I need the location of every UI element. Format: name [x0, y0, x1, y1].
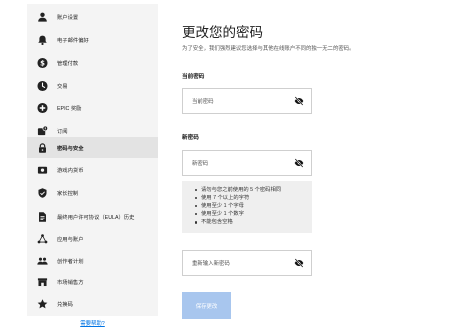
sidebar-item-label: 创作者计划	[57, 258, 84, 265]
current-password-label: 当前密码	[182, 74, 205, 80]
sidebar-item-password-security[interactable]: 密码与安全	[27, 137, 158, 158]
sidebar-item-email-preferences[interactable]: 电子邮件偏好	[27, 30, 158, 49]
sidebar-item-account-settings[interactable]: 账户设置	[27, 7, 158, 26]
subscription-icon	[37, 125, 48, 136]
sidebar-item-label: 订阅	[57, 128, 68, 135]
sidebar-item-manage-payments[interactable]: $ 管理付款	[27, 53, 158, 72]
sidebar-item-eula-history[interactable]: 最终用户许可协议（EULA）历史	[27, 207, 158, 226]
bell-icon	[37, 34, 48, 45]
page-description: 为了安全，我们强烈建议您选择与其他在线账户不同的独一无二的密码。	[182, 46, 355, 52]
sidebar: 账户设置 电子邮件偏好 $ 管理付款 交易 EPIC 奖励 订阅 密码与安全 游…	[27, 4, 158, 316]
password-rule: 使用至少 1 个数字	[195, 210, 312, 218]
person-icon	[37, 11, 48, 22]
main-panel: 更改您的密码 为了安全，我们强烈建议您选择与其他在线账户不同的独一无二的密码。 …	[182, 0, 474, 332]
password-rule: 使用 7 个以上的字符	[195, 194, 312, 202]
sidebar-item-label: EPIC 奖励	[57, 105, 82, 112]
sidebar-item-label: 电子邮件偏好	[57, 37, 89, 44]
sidebar-item-label: 管理付款	[57, 60, 79, 67]
people-icon	[37, 255, 48, 266]
new-password-label: 新密码	[182, 135, 199, 141]
clock-icon	[37, 80, 48, 91]
document-icon	[37, 211, 48, 222]
current-password-field[interactable]: 当前密码	[182, 88, 312, 114]
sidebar-item-label: 家长控制	[57, 190, 79, 197]
sidebar-item-label: 交易	[57, 83, 68, 90]
current-password-placeholder: 当前密码	[192, 99, 214, 105]
shield-icon	[37, 187, 48, 198]
apps-icon	[37, 233, 48, 244]
page-title: 更改您的密码	[182, 25, 263, 40]
storefront-icon	[37, 276, 48, 287]
password-rule: 不能包含空格	[195, 218, 312, 226]
eye-off-icon[interactable]	[294, 258, 304, 268]
eye-off-icon[interactable]	[294, 96, 304, 106]
sidebar-item-label: 游戏内货币	[57, 167, 84, 174]
password-rule: 使用至少 1 个字母	[195, 202, 312, 210]
confirm-password-placeholder: 重新输入新密码	[192, 261, 230, 267]
sidebar-item-epic-rewards[interactable]: EPIC 奖励	[27, 98, 158, 117]
sidebar-item-in-game-currency[interactable]: 游戏内货币	[27, 160, 158, 179]
help-link[interactable]: 需要帮助?	[27, 319, 158, 327]
sidebar-item-label: 应用与账户	[57, 236, 84, 243]
sidebar-item-transactions[interactable]: 交易	[27, 76, 158, 95]
password-rules: 请勿与您之前使用的 5 个密码相同 使用 7 个以上的字符 使用至少 1 个字母…	[182, 181, 312, 233]
sidebar-item-label: 兑换码	[57, 301, 73, 308]
plus-circle-icon	[37, 102, 48, 113]
password-rule: 请勿与您之前使用的 5 个密码相同	[195, 186, 312, 194]
star-icon	[37, 298, 48, 309]
sidebar-item-label: 最终用户许可协议（EULA）历史	[57, 214, 135, 221]
sidebar-item-redeem-code[interactable]: 兑换码	[27, 294, 158, 313]
sidebar-item-marketplace-seller[interactable]: 市场销售方	[27, 272, 158, 291]
new-password-field[interactable]: 新密码	[182, 150, 312, 176]
currency-icon	[37, 164, 48, 175]
svg-text:$: $	[40, 59, 45, 67]
lock-icon	[37, 142, 48, 153]
save-button[interactable]: 保存更改	[182, 292, 231, 319]
sidebar-item-label: 市场销售方	[57, 279, 84, 286]
sidebar-item-label: 账户设置	[57, 14, 79, 21]
new-password-placeholder: 新密码	[192, 161, 209, 167]
sidebar-item-apps-accounts[interactable]: 应用与账户	[27, 229, 158, 248]
eye-off-icon[interactable]	[294, 158, 304, 168]
sidebar-item-creator-program[interactable]: 创作者计划	[27, 251, 158, 270]
dollar-icon: $	[37, 57, 48, 68]
sidebar-item-parental-controls[interactable]: 家长控制	[27, 183, 158, 202]
sidebar-item-label: 密码与安全	[57, 145, 84, 152]
confirm-password-field[interactable]: 重新输入新密码	[182, 250, 312, 276]
